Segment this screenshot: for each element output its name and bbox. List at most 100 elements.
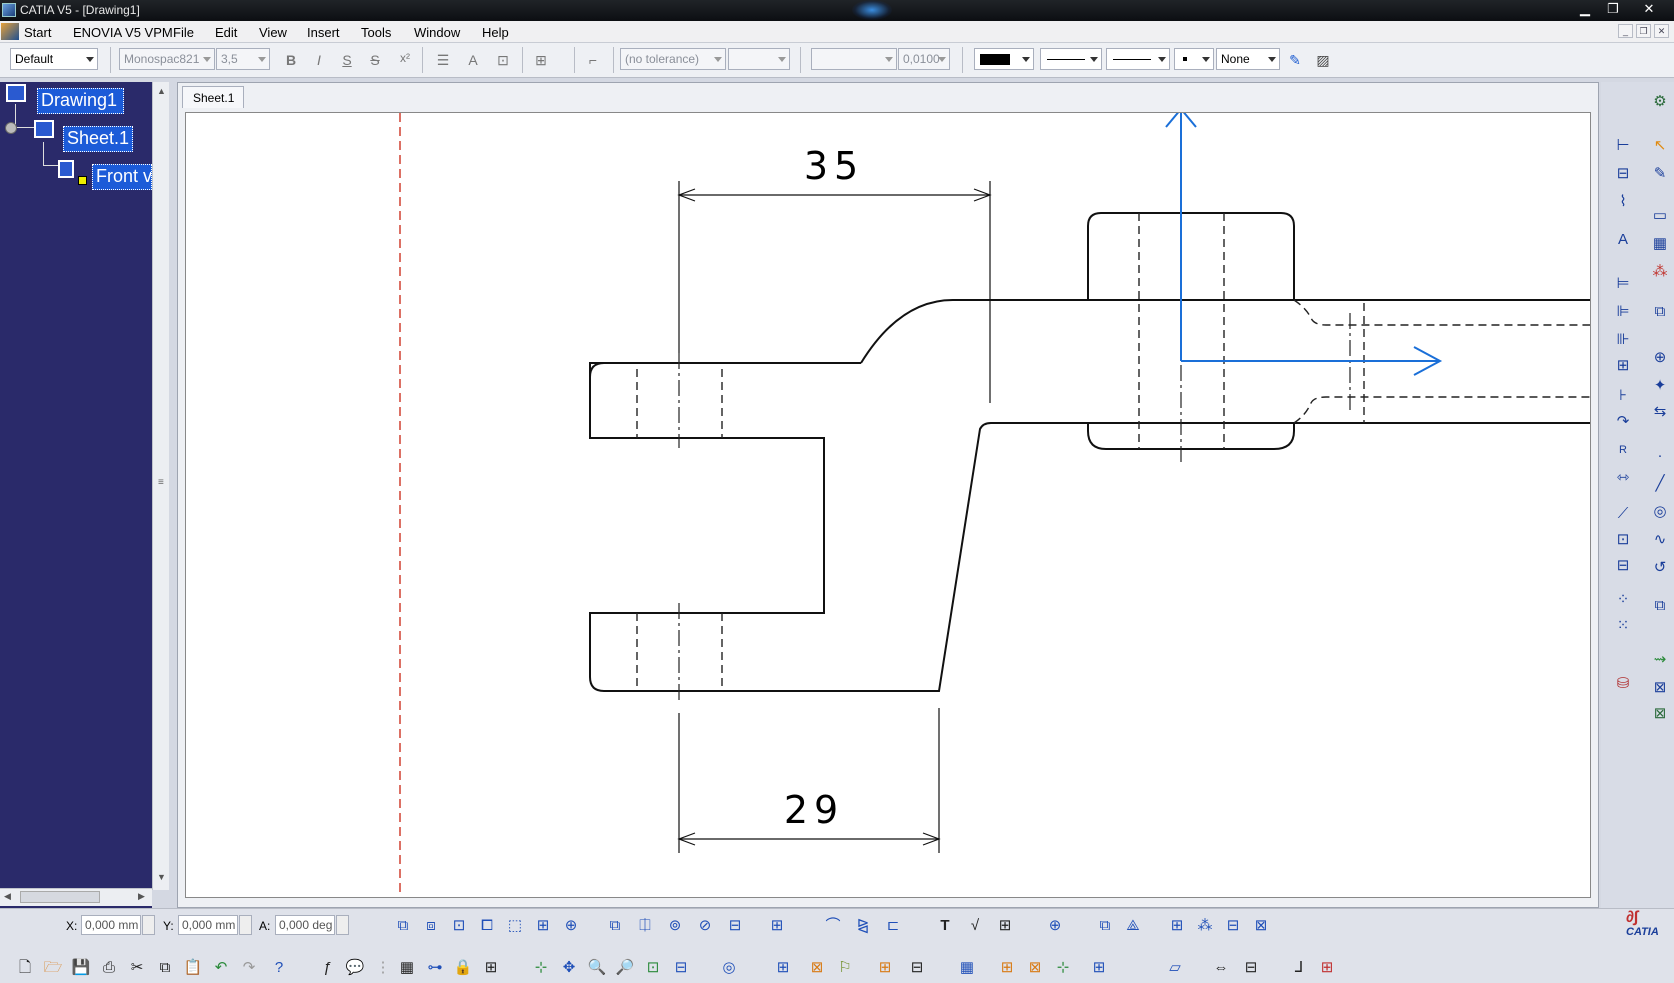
- close-icon[interactable]: ✕: [1636, 0, 1662, 20]
- sketch-icon[interactable]: ✎: [1648, 162, 1672, 186]
- measure-icon[interactable]: ⅃: [1287, 956, 1311, 980]
- analysis-mode-icon[interactable]: ⊠: [1023, 956, 1047, 980]
- thread-icon[interactable]: ✦: [1648, 374, 1672, 398]
- table-icon[interactable]: ▦: [1648, 232, 1672, 256]
- view-creation-icon[interactable]: ⧉: [1648, 300, 1672, 324]
- catia-app-icon[interactable]: [2, 3, 16, 17]
- restore-icon[interactable]: ❐: [1600, 0, 1626, 20]
- copy-format-icon[interactable]: ✎: [1284, 49, 1306, 71]
- underline-button[interactable]: S: [336, 49, 358, 71]
- coordinate-dimension-icon[interactable]: ⊡: [1611, 528, 1635, 552]
- position-view-icon[interactable]: ⟁: [1121, 914, 1145, 938]
- paste-icon[interactable]: 📋: [181, 956, 205, 980]
- isolate-icon[interactable]: ⊠: [1648, 676, 1672, 700]
- section-view-icon[interactable]: ⧉: [603, 914, 627, 938]
- cumulate-dimension-icon[interactable]: ⊟: [1611, 162, 1635, 186]
- menu-start[interactable]: Start: [24, 25, 51, 40]
- angle-dimension-icon[interactable]: ⊦: [1611, 384, 1635, 408]
- grid-table-icon[interactable]: ▦: [395, 956, 419, 980]
- italic-button[interactable]: I: [308, 49, 330, 71]
- offset-section-icon[interactable]: ⎅: [633, 914, 657, 938]
- broken-view-icon[interactable]: ⊟: [723, 914, 747, 938]
- layer-icon[interactable]: ⊟: [905, 956, 929, 980]
- align-left-icon[interactable]: ☰: [432, 49, 454, 71]
- roughness-symbol-icon[interactable]: √: [963, 914, 987, 938]
- select-arrow-icon[interactable]: ↖: [1648, 134, 1672, 158]
- collapse-node-icon[interactable]: [5, 122, 17, 134]
- formula-icon[interactable]: ƒ: [315, 956, 339, 980]
- clipping-view-icon[interactable]: ⊘: [693, 914, 717, 938]
- catia-menu-logo-icon[interactable]: [1, 23, 19, 40]
- menu-view[interactable]: View: [259, 25, 287, 40]
- dimension-text-icon[interactable]: ⌐: [582, 49, 604, 71]
- style-select[interactable]: Default: [10, 48, 98, 70]
- thread-dimension-icon[interactable]: ⟋: [1611, 502, 1635, 526]
- tolerance-value-select[interactable]: [728, 48, 790, 70]
- superscript-button[interactable]: x²: [394, 47, 416, 69]
- curve-icon[interactable]: ↺: [1648, 556, 1672, 580]
- parallelogram-icon[interactable]: ▱: [1163, 956, 1187, 980]
- line-icon[interactable]: ╱: [1648, 472, 1672, 496]
- menu-file[interactable]: File: [173, 25, 194, 40]
- line-thickness-select[interactable]: [1040, 48, 1102, 70]
- circle-icon[interactable]: ◎: [1648, 500, 1672, 524]
- zoom-in-icon[interactable]: 🔍: [585, 956, 609, 980]
- point-icon[interactable]: ·: [1648, 444, 1672, 468]
- menu-insert[interactable]: Insert: [307, 25, 340, 40]
- geometry-modify-icon[interactable]: ⧉: [1648, 594, 1672, 618]
- menu-enovia[interactable]: ENOVIA V5 VPM: [73, 25, 173, 40]
- text-icon[interactable]: A: [1611, 228, 1635, 252]
- insert-table-icon[interactable]: ⊞: [993, 914, 1017, 938]
- text-frame-icon[interactable]: A: [462, 49, 484, 71]
- cut-icon[interactable]: ✂: [125, 956, 149, 980]
- zoom-out-icon[interactable]: 🔎: [613, 956, 637, 980]
- bold-button[interactable]: B: [280, 49, 302, 71]
- advanced-front-view-icon[interactable]: ⬚: [503, 914, 527, 938]
- part-outline[interactable]: [589, 212, 1591, 692]
- menu-edit[interactable]: Edit: [215, 25, 237, 40]
- menu-help[interactable]: Help: [482, 25, 509, 40]
- menu-window[interactable]: Window: [414, 25, 460, 40]
- dimension-system-icon[interactable]: ⁘: [1611, 588, 1635, 612]
- lock-icon[interactable]: 🔒: [451, 956, 475, 980]
- r-dimension-icon[interactable]: R: [1611, 438, 1635, 462]
- copy-icon[interactable]: ⧉: [153, 956, 177, 980]
- auxiliary-view-icon[interactable]: ⊡: [447, 914, 471, 938]
- redo-icon[interactable]: ↷: [237, 956, 261, 980]
- dress-up-view-icon[interactable]: ⊠: [1249, 914, 1273, 938]
- y-spinner[interactable]: [239, 915, 252, 935]
- whats-this-icon[interactable]: ?: [267, 956, 291, 980]
- tree-horizontal-scrollbar[interactable]: ◀ ▶: [0, 888, 152, 906]
- analysis-icon[interactable]: ⛁: [1611, 672, 1635, 696]
- sketch-tools-icon[interactable]: ⊞: [995, 956, 1019, 980]
- projection-view-icon[interactable]: ⧈: [419, 914, 443, 938]
- new-file-icon[interactable]: 🗋: [13, 956, 37, 980]
- comment-icon[interactable]: 💬: [343, 956, 367, 980]
- align-views-icon[interactable]: ⊞: [1165, 914, 1189, 938]
- tree-structure-icon[interactable]: ⊶: [423, 956, 447, 980]
- arc-icon[interactable]: ⌒: [821, 914, 845, 938]
- scroll-right-icon[interactable]: ▶: [138, 891, 145, 902]
- grid-icon[interactable]: ⊞: [771, 956, 795, 980]
- angle-spinner[interactable]: [336, 915, 349, 935]
- dimension-29-label[interactable]: 29: [784, 788, 844, 832]
- zoom-area-icon[interactable]: ⊡: [641, 956, 665, 980]
- center-mark-icon[interactable]: ⊕: [1648, 346, 1672, 370]
- scroll-down-icon[interactable]: ▼: [157, 872, 166, 882]
- fit-all-icon[interactable]: ⊹: [529, 956, 553, 980]
- minimize-icon[interactable]: ▁: [1572, 0, 1598, 20]
- x-coordinate-field[interactable]: 0,000 mm: [81, 915, 141, 935]
- page-icon[interactable]: ⊟: [1239, 956, 1263, 980]
- view-wizard-icon[interactable]: ⊞: [531, 914, 555, 938]
- insert-symbol-icon[interactable]: ⊞: [530, 49, 552, 71]
- dimension-35[interactable]: [677, 181, 992, 403]
- menu-tools[interactable]: Tools: [361, 25, 391, 40]
- view-axis[interactable]: [1165, 113, 1443, 376]
- snap-grid-icon[interactable]: ▦: [955, 956, 979, 980]
- line-type-select[interactable]: [1106, 48, 1170, 70]
- unfolded-view-icon[interactable]: ⊕: [559, 914, 583, 938]
- precision-select[interactable]: 0,0100: [898, 48, 950, 70]
- font-size-select[interactable]: 3,5: [216, 48, 270, 70]
- axis-icon[interactable]: ⊏: [881, 914, 905, 938]
- symmetry-icon[interactable]: ⧎: [851, 914, 875, 938]
